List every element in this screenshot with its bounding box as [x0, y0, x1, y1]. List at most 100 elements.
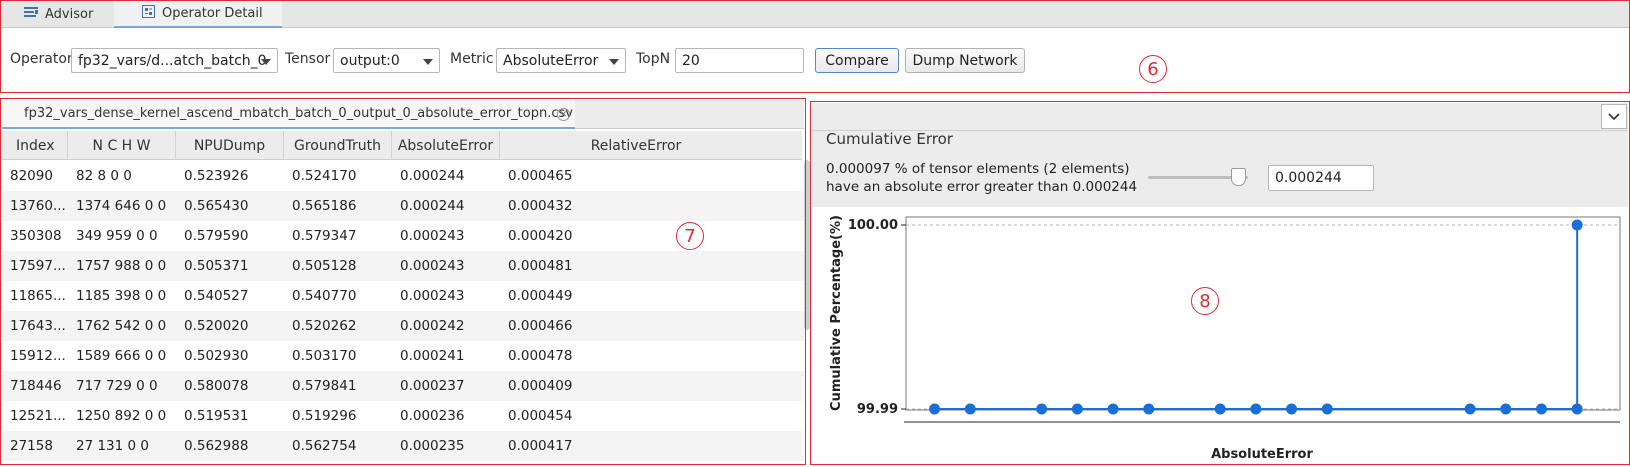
table-cell: 0.000237 [400, 378, 465, 394]
data-point [1571, 403, 1583, 415]
chevron-down-icon [423, 59, 433, 65]
table-row[interactable]: 718446 717 729 0 0 0.580078 0.579841 0.00023… [2, 371, 804, 401]
table-cell: 0.000242 [400, 318, 465, 334]
data-point [1071, 403, 1083, 415]
operator-select[interactable]: fp32_vars/d...atch_batch_0 [71, 48, 278, 73]
table-cell: 0.000409 [508, 378, 573, 394]
table-cell: 0.540770 [292, 288, 357, 304]
dump-network-button[interactable]: Dump Network [905, 48, 1025, 73]
table-cell: 0.000449 [508, 288, 573, 304]
annotation-marker-7: 7 [676, 222, 704, 250]
table-cell: 349 959 0 0 [76, 228, 158, 244]
column-header-npudump[interactable]: NPUDump [176, 131, 284, 160]
chevron-down-icon [609, 59, 619, 65]
table-cell: 0.503170 [292, 348, 357, 364]
table-cell: 0.520262 [292, 318, 357, 334]
table-cell: 0.579347 [292, 228, 357, 244]
column-header-relativeerror[interactable]: RelativeError [500, 131, 772, 160]
csv-file-tab[interactable]: fp32_vars_dense_kernel_ascend_mbatch_bat… [2, 100, 575, 129]
operator-detail-icon [142, 4, 155, 22]
table-cell: 15912... [10, 348, 66, 364]
table-cell: 11865... [10, 288, 66, 304]
topn-input[interactable] [675, 48, 804, 73]
table-cell: 0.000465 [508, 168, 573, 184]
cumulative-error-chart: 100.00 99.99 Cumulative Percentage(%) Absol… [812, 208, 1628, 466]
chevron-down-icon [1608, 112, 1620, 120]
table-cell: 0.000244 [400, 168, 465, 184]
plot-area [905, 216, 1621, 411]
table-row[interactable]: 17643... 1762 542 0 0 0.520020 0.520262 0.00… [2, 311, 804, 341]
table-cell: 0.000243 [400, 258, 465, 274]
table-cell: 1589 666 0 0 [76, 348, 167, 364]
table-cell: 0.000420 [508, 228, 573, 244]
table-cell: 0.505371 [184, 258, 249, 274]
table-cell: 1762 542 0 0 [76, 318, 167, 334]
column-header-nchw[interactable]: N C H W [68, 131, 176, 160]
column-header-groundtruth[interactable]: GroundTruth [284, 131, 392, 160]
threshold-input[interactable] [1268, 165, 1374, 191]
table-cell: 0.519531 [184, 408, 249, 424]
table-row[interactable]: 11865... 1185 398 0 0 0.540527 0.540770 0.00… [2, 281, 804, 311]
topn-label: TopN [636, 51, 671, 67]
data-point [964, 403, 976, 415]
table-cell: 718446 [10, 378, 62, 394]
metric-select[interactable]: AbsoluteError [496, 48, 626, 73]
data-point [1464, 403, 1476, 415]
table-cell: 0.520020 [184, 318, 249, 334]
table-cell: 350308 [10, 228, 62, 244]
table-cell: 0.000241 [400, 348, 465, 364]
table-row[interactable]: 13760... 1374 646 0 0 0.565430 0.565186 0.00… [2, 191, 804, 221]
data-point [1107, 403, 1119, 415]
column-header-index[interactable]: Index [2, 131, 68, 160]
table-cell: 0.519296 [292, 408, 357, 424]
table-cell: 0.000236 [400, 408, 465, 424]
table-cell: 0.000235 [400, 438, 465, 454]
table-cell: 0.000432 [508, 198, 573, 214]
data-point [929, 403, 941, 415]
table-cell: 0.505128 [292, 258, 357, 274]
collapse-button[interactable] [1601, 104, 1627, 129]
table-cell: 0.000454 [508, 408, 573, 424]
operator-select-value: fp32_vars/d...atch_batch_0 [78, 52, 267, 69]
tensor-label: Tensor [285, 51, 331, 67]
table-scrollbar[interactable] [804, 160, 810, 330]
data-point [1214, 403, 1226, 415]
table-cell: 82090 [10, 168, 53, 184]
table-cell: 0.540527 [184, 288, 249, 304]
compare-button[interactable]: Compare [815, 48, 899, 73]
y-axis-label: Cumulative Percentage(%) [829, 215, 844, 411]
data-point [1571, 219, 1583, 231]
table-row[interactable]: 12521... 1250 892 0 0 0.519531 0.519296 0.00… [2, 401, 804, 431]
cumulative-desc-line2: have an absolute error greater than 0.00… [826, 179, 1138, 195]
tensor-select-value: output:0 [340, 52, 400, 69]
table-cell: 82 8 0 0 [76, 168, 132, 184]
table-cell: 1374 646 0 0 [76, 198, 167, 214]
table-row[interactable]: 82090 82 8 0 0 0.523926 0.524170 0.000244 0.0… [2, 161, 804, 191]
table-cell: 717 729 0 0 [76, 378, 158, 394]
tab-advisor-label: Advisor [45, 6, 94, 22]
y-tick-label: 100.00 [848, 218, 898, 233]
tensor-select[interactable]: output:0 [333, 48, 440, 73]
table-cell: 0.523926 [184, 168, 249, 184]
table-cell: 0.000478 [508, 348, 573, 364]
table-cell: 0.562754 [292, 438, 357, 454]
tab-operator-detail[interactable]: Operator Detail [114, 0, 282, 28]
table-cell: 12521... [10, 408, 66, 424]
data-point [1321, 403, 1333, 415]
table-row[interactable]: 17597... 1757 988 0 0 0.505371 0.505128 0.00… [2, 251, 804, 281]
x-axis-label: AbsoluteError [1211, 447, 1313, 462]
table-row[interactable]: 27158 27 131 0 0 0.562988 0.562754 0.000235 0… [2, 431, 804, 461]
column-header-absoluteerror[interactable]: AbsoluteError [392, 131, 500, 160]
data-point [1250, 403, 1262, 415]
table-cell: 0.562988 [184, 438, 249, 454]
table-cell: 0.000417 [508, 438, 573, 454]
annotation-marker-6: 6 [1139, 55, 1167, 83]
tab-operator-detail-label: Operator Detail [162, 5, 263, 21]
tab-advisor[interactable]: Advisor [24, 0, 114, 28]
table-row[interactable]: 15912... 1589 666 0 0 0.502930 0.503170 0.00… [2, 341, 804, 371]
operator-label: Operator [10, 51, 73, 67]
table-cell: 0.000481 [508, 258, 573, 274]
threshold-slider-thumb[interactable] [1231, 168, 1246, 186]
close-tab-icon[interactable]: ✕ [557, 108, 570, 121]
cumulative-desc-line1: 0.000097 % of tensor elements (2 element… [826, 161, 1130, 177]
